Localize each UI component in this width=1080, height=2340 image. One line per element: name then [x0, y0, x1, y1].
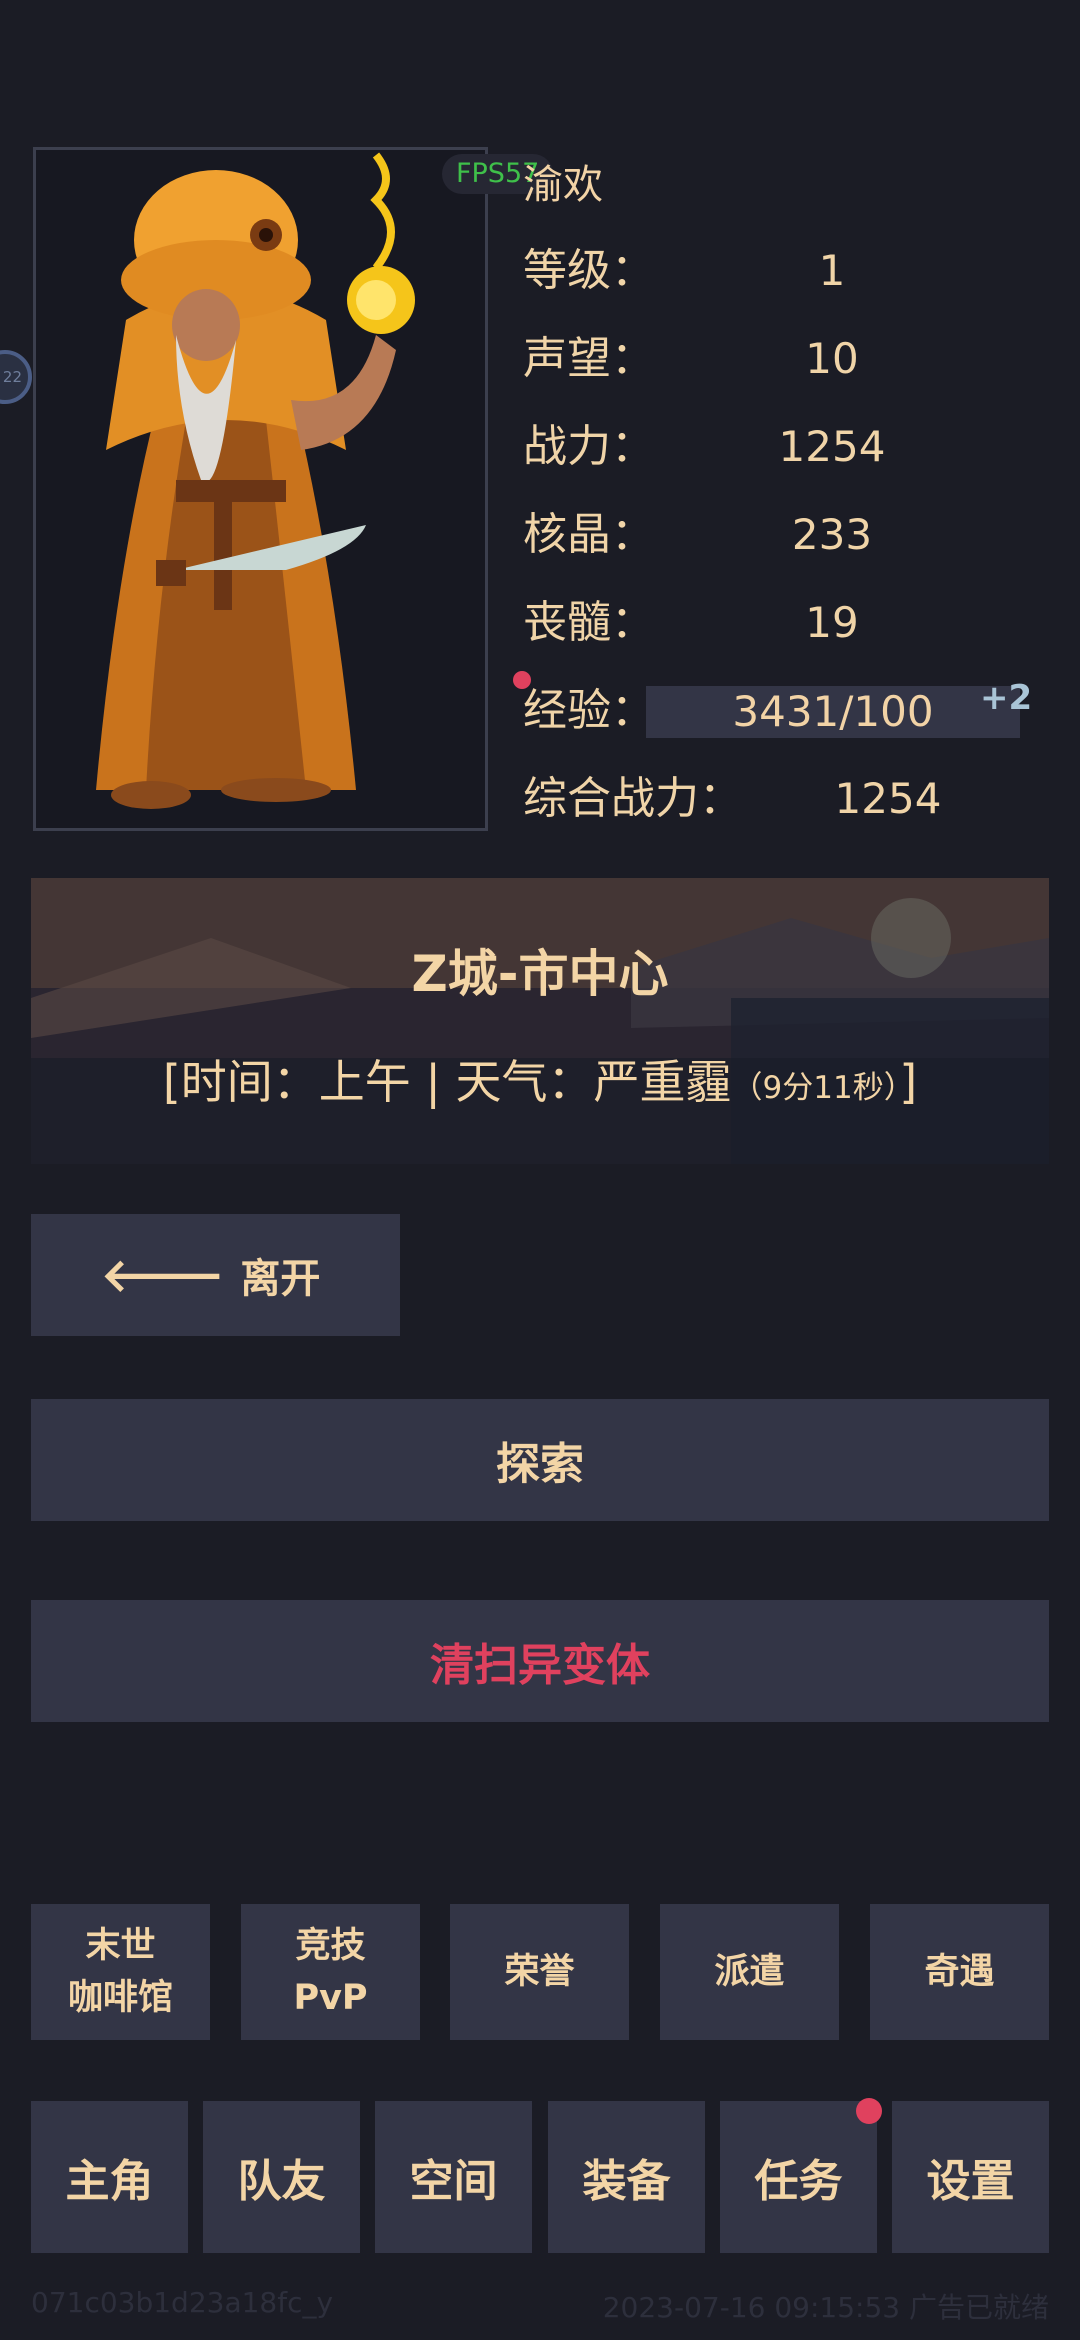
- stat-value-power: 1254: [778, 422, 886, 471]
- stat-label-power: 战力：: [523, 421, 655, 472]
- cafe-label-line2: 咖啡馆: [67, 1978, 173, 2018]
- stat-value-level: 1: [818, 246, 846, 295]
- stat-value-exp: 3431/100: [732, 687, 934, 736]
- pvp-label-line1: 竞技: [295, 1926, 366, 1966]
- stat-value-total-power: 1254: [834, 774, 942, 823]
- location-info: [时间：上午 | 天气：严重霾（9分11秒）]: [0, 1050, 1080, 1120]
- stat-value-core-crystal: 233: [791, 510, 873, 559]
- status-timestamp: 2023-07-16 09:15:53 广告已就绪: [602, 2291, 1049, 2324]
- stat-value-reputation: 10: [805, 334, 859, 383]
- stat-value-zombie-marrow: 19: [805, 598, 859, 647]
- nav-teammates[interactable]: 队友: [203, 2101, 360, 2253]
- dispatch-label: 派遣: [714, 1952, 785, 1992]
- location-name: Z城-市中心: [411, 945, 669, 1003]
- nav-tasks[interactable]: 任务: [720, 2101, 877, 2253]
- location-banner: [31, 878, 1049, 1164]
- nav-settings[interactable]: 设置: [892, 2101, 1049, 2253]
- weather-timer: （9分11秒）: [731, 1070, 900, 1106]
- nav-space[interactable]: 空间: [375, 2101, 532, 2253]
- dispatch-button[interactable]: 派遣: [660, 1904, 839, 2040]
- clear-mutants-button[interactable]: 清扫异变体: [31, 1600, 1049, 1722]
- exp-bonus[interactable]: +2: [980, 678, 1032, 718]
- explore-button[interactable]: 探索: [31, 1399, 1049, 1521]
- encounter-label: 奇遇: [924, 1952, 995, 1992]
- nav-equipment[interactable]: 装备: [548, 2101, 705, 2253]
- cafe-label-line1: 末世: [85, 1926, 156, 1966]
- honor-label: 荣誉: [504, 1952, 575, 1992]
- stat-label-core-crystal: 核晶：: [523, 509, 655, 560]
- pvp-button[interactable]: 竞技 PvP: [241, 1904, 420, 2040]
- side-floating-orb[interactable]: 22: [0, 350, 32, 404]
- city-scene-icon: [31, 878, 1049, 1164]
- wizard-portrait-icon: [36, 150, 485, 828]
- stat-label-reputation: 声望：: [523, 333, 655, 384]
- device-id: 071c03b1d23a18fc_y: [31, 2286, 334, 2319]
- task-notification-dot: [856, 2098, 882, 2124]
- leave-button[interactable]: 🡐 离开: [31, 1214, 400, 1336]
- leave-label: 离开: [240, 1256, 321, 1302]
- stat-label-level: 等级：: [523, 245, 655, 296]
- arrow-left-icon: 🡐: [101, 1248, 225, 1302]
- nav-hero[interactable]: 主角: [31, 2101, 188, 2253]
- stat-label-total-power: 综合战力：: [523, 773, 743, 824]
- game-screen: FPS57 22 渝欢 等级： 1 声望： 10 战力： 1254 核晶： 23…: [0, 0, 1080, 2340]
- cafe-button[interactable]: 末世 咖啡馆: [31, 1904, 210, 2040]
- honor-button[interactable]: 荣誉: [450, 1904, 629, 2040]
- time-weather-text: [时间：上午 | 天气：严重霾: [162, 1055, 732, 1109]
- pvp-label-line2: PvP: [293, 1978, 368, 2018]
- stat-label-exp: 经验：: [523, 685, 655, 736]
- character-portrait[interactable]: [33, 147, 488, 831]
- character-name: 渝欢: [523, 162, 603, 208]
- encounter-button[interactable]: 奇遇: [870, 1904, 1049, 2040]
- bracket-close: ]: [899, 1055, 918, 1109]
- stat-label-zombie-marrow: 丧髓：: [523, 597, 655, 648]
